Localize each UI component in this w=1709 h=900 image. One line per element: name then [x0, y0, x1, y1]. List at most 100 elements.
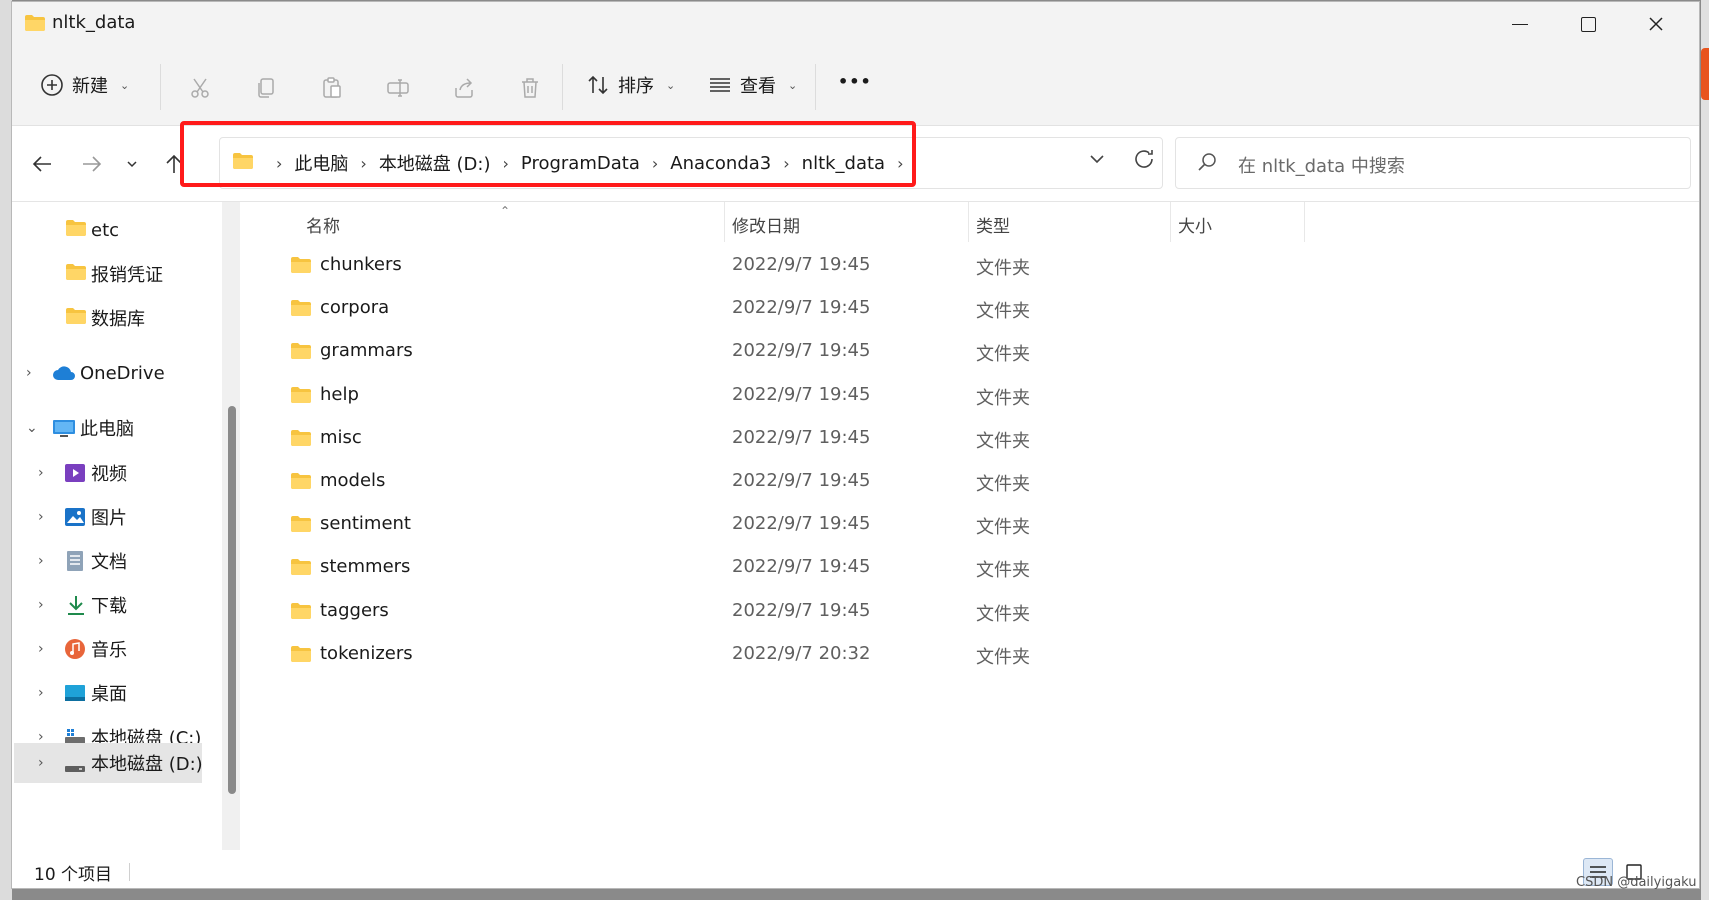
share-button[interactable]	[450, 74, 478, 102]
sort-button[interactable]: 排序 ⌄	[586, 72, 675, 98]
chevron-right-icon[interactable]: ›	[783, 154, 789, 173]
folder-icon	[290, 472, 312, 494]
folder-icon	[290, 429, 312, 451]
file-modified-date: 2022/9/7 19:45	[732, 254, 871, 275]
column-divider[interactable]	[968, 202, 969, 242]
new-button[interactable]: 新建 ⌄	[40, 72, 129, 98]
file-row[interactable]: models 2022/9/7 19:45 文件夹	[248, 460, 1699, 503]
sidebar-item-database[interactable]: 数据库	[12, 298, 222, 338]
sidebar-item-pictures[interactable]: › 图片	[12, 497, 222, 537]
chevron-right-icon[interactable]: ›	[38, 465, 44, 481]
breadcrumb-drive-d[interactable]: 本地磁盘 (D:)	[379, 150, 491, 176]
sidebar-scrollbar-thumb[interactable]	[228, 406, 236, 794]
delete-button[interactable]	[516, 74, 544, 102]
file-row[interactable]: misc 2022/9/7 19:45 文件夹	[248, 417, 1699, 460]
breadcrumb-anaconda3[interactable]: Anaconda3	[670, 153, 771, 174]
cut-button[interactable]	[186, 74, 214, 102]
file-type: 文件夹	[976, 344, 1030, 366]
recent-locations-button[interactable]	[116, 148, 148, 180]
paste-button[interactable]	[318, 74, 346, 102]
back-button[interactable]	[26, 148, 58, 180]
chevron-right-icon[interactable]: ›	[38, 641, 44, 657]
download-icon	[66, 594, 86, 621]
chevron-right-icon[interactable]: ›	[38, 509, 44, 525]
file-type: 文件夹	[976, 258, 1030, 279]
file-row[interactable]: corpora 2022/9/7 19:45 文件夹	[248, 287, 1699, 330]
sidebar-item-documents[interactable]: › 文档	[12, 541, 222, 581]
column-header-date[interactable]: 修改日期	[732, 212, 800, 237]
minimize-button[interactable]	[1486, 2, 1554, 46]
sidebar-item-this-pc[interactable]: ⌄ 此电脑	[12, 408, 222, 448]
column-divider[interactable]	[1170, 202, 1171, 242]
folder-icon	[290, 645, 312, 667]
folder-icon	[290, 515, 312, 537]
view-button[interactable]: 查看 ⌄	[708, 72, 797, 98]
rename-button[interactable]	[384, 74, 412, 102]
chevron-down-icon	[127, 161, 137, 168]
chevron-right-icon[interactable]: ›	[26, 365, 32, 381]
file-type: 文件夹	[976, 430, 1030, 452]
chevron-right-icon[interactable]: ›	[38, 597, 44, 613]
file-row[interactable]: taggers 2022/9/7 19:45 文件夹	[248, 590, 1699, 633]
cloud-icon	[52, 365, 76, 386]
chevron-right-icon[interactable]: ›	[503, 154, 509, 173]
sidebar-item-downloads[interactable]: › 下载	[12, 585, 222, 625]
sidebar-item-reimbursement[interactable]: 报销凭证	[12, 254, 222, 294]
chevron-right-icon[interactable]: ›	[38, 685, 44, 701]
file-modified-date: 2022/9/7 19:45	[732, 297, 871, 319]
address-bar[interactable]: › 此电脑 › 本地磁盘 (D:) › ProgramData › Anacon…	[219, 137, 1163, 189]
sidebar-item-music[interactable]: › 音乐	[12, 629, 222, 669]
command-bar: 新建 ⌄ 排序 ⌄ 查看 ⌄ •••	[12, 46, 1699, 126]
chevron-right-icon[interactable]: ›	[276, 154, 282, 173]
chevron-right-icon[interactable]: ›	[897, 154, 903, 173]
file-row[interactable]: sentiment 2022/9/7 19:45 文件夹	[248, 503, 1699, 546]
more-options-button[interactable]: •••	[838, 72, 872, 91]
breadcrumb-nltk-data[interactable]: nltk_data	[802, 153, 885, 174]
sidebar-item-videos[interactable]: › 视频	[12, 453, 222, 493]
breadcrumb-programdata[interactable]: ProgramData	[521, 153, 640, 174]
chevron-right-icon[interactable]: ›	[38, 553, 44, 569]
close-button[interactable]	[1622, 2, 1690, 46]
document-icon	[66, 550, 84, 577]
chevron-right-icon[interactable]: ›	[652, 154, 658, 173]
search-box[interactable]: 在 nltk_data 中搜索	[1175, 137, 1691, 189]
sidebar-item-drive-d[interactable]: › 本地磁盘 (D:)	[14, 743, 203, 783]
sidebar-item-label: 此电脑	[80, 419, 134, 440]
up-button[interactable]	[158, 148, 190, 180]
sidebar-item-label: 报销凭证	[91, 265, 163, 286]
sidebar-item-onedrive[interactable]: › OneDrive	[12, 353, 222, 393]
sidebar-item-desktop[interactable]: › 桌面	[12, 673, 222, 713]
column-divider[interactable]	[1304, 202, 1305, 242]
copy-button[interactable]	[252, 74, 280, 102]
column-header-name[interactable]: 名称	[306, 212, 340, 237]
file-modified-date: 2022/9/7 19:45	[732, 426, 871, 448]
column-header-size[interactable]: 大小	[1178, 212, 1212, 237]
chevron-right-icon[interactable]: ›	[360, 154, 366, 173]
file-name: chunkers	[320, 254, 402, 275]
file-row[interactable]: stemmers 2022/9/7 19:45 文件夹	[248, 546, 1699, 589]
file-name: sentiment	[320, 513, 411, 535]
column-header-type[interactable]: 类型	[976, 212, 1010, 237]
sidebar-item-label: etc	[91, 219, 120, 241]
file-row[interactable]: help 2022/9/7 19:45 文件夹	[248, 374, 1699, 417]
file-name: help	[320, 383, 359, 405]
folder-icon	[290, 602, 312, 624]
chevron-right-icon[interactable]: ›	[38, 755, 44, 771]
refresh-button[interactable]	[1132, 147, 1156, 177]
sidebar-item-label: 本地磁盘 (D:)	[91, 754, 203, 775]
toolbar-divider	[562, 64, 563, 110]
file-name: corpora	[320, 297, 390, 319]
file-row[interactable]: tokenizers 2022/9/7 20:32 文件夹	[248, 633, 1699, 676]
forward-button[interactable]	[76, 148, 108, 180]
chevron-down-icon[interactable]: ⌄	[26, 420, 38, 436]
file-row[interactable]: grammars 2022/9/7 19:45 文件夹	[248, 330, 1699, 373]
address-history-button[interactable]	[1088, 150, 1106, 173]
breadcrumb-this-pc[interactable]: 此电脑	[294, 150, 348, 176]
maximize-button[interactable]	[1554, 2, 1622, 46]
new-label: 新建	[72, 76, 108, 97]
share-icon	[455, 78, 473, 98]
file-row[interactable]: chunkers 2022/9/7 19:45 文件夹	[248, 244, 1699, 287]
file-explorer-window: nltk_data 新建 ⌄ 排序 ⌄ 查看 ⌄ ••• › 此电脑 › 本地磁…	[11, 1, 1700, 889]
sidebar-item-etc[interactable]: etc	[12, 210, 222, 250]
column-divider[interactable]	[724, 202, 725, 242]
